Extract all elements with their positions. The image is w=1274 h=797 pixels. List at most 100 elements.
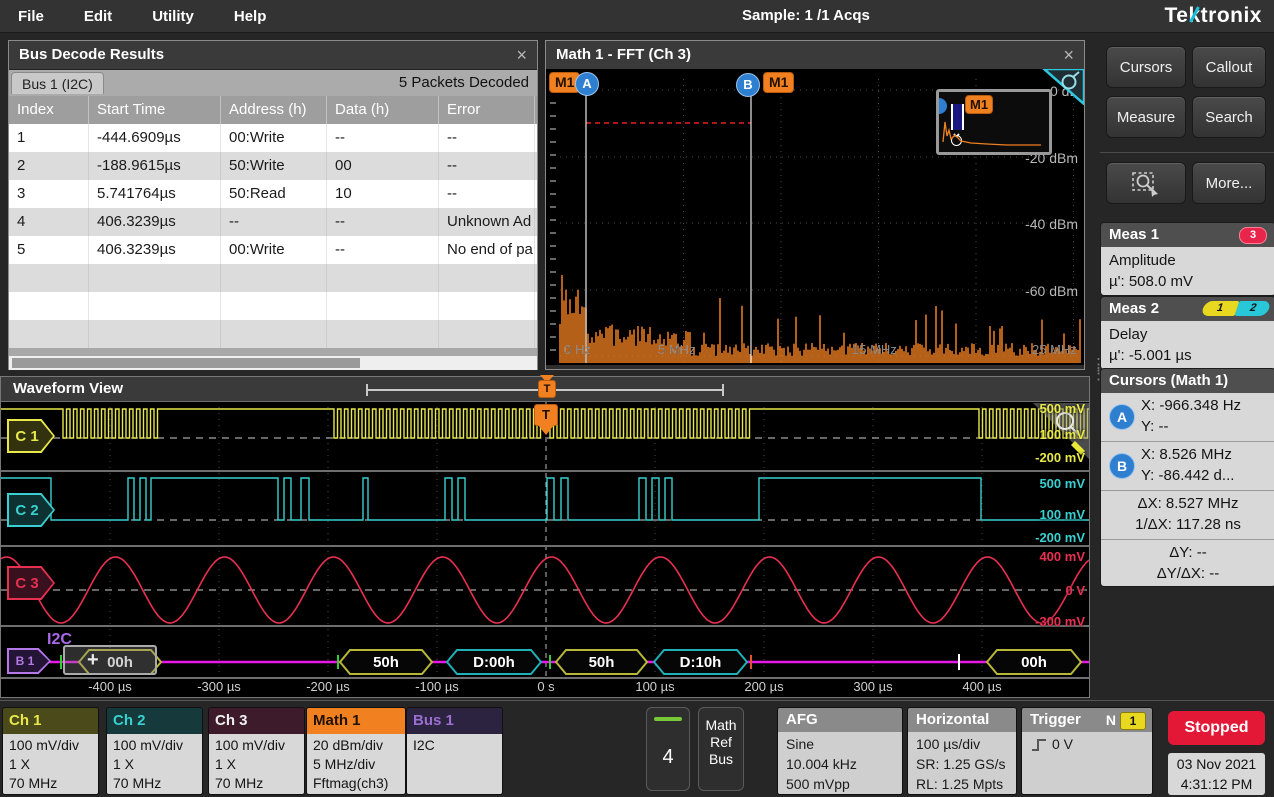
table-cell xyxy=(9,264,89,292)
cursor-b-badge[interactable]: B xyxy=(1109,453,1135,479)
zoom-select-button[interactable] xyxy=(1106,162,1186,204)
menu-edit[interactable]: Edit xyxy=(84,8,112,25)
menu-items: File Edit Utility Help xyxy=(18,0,266,32)
channel-setting-line: 20 dBm/div xyxy=(313,736,399,755)
cursor-a-readout: A X: -966.348 Hz Y: -- xyxy=(1101,393,1274,442)
waveform-graticule[interactable]: 00h50hD:00h50hD:10h00h T C 1C 2C 3B 1 50… xyxy=(1,401,1089,697)
cursors-panel-header[interactable]: Cursors (Math 1) xyxy=(1101,369,1274,393)
channel-settings-ch2[interactable]: Ch 2100 mV/div1 X70 MHz xyxy=(106,707,203,795)
channel-settings-math1[interactable]: Math 120 dBm/div5 MHz/divFftmag(ch3) xyxy=(306,707,406,795)
trigger-level: 0 V xyxy=(1052,736,1073,752)
bus-packet: D:00h xyxy=(447,650,541,674)
channel-badge-c1[interactable]: C 1 xyxy=(7,419,55,453)
cursor-a-badge[interactable]: A xyxy=(575,72,599,96)
close-icon[interactable]: × xyxy=(1063,41,1074,69)
scale-label-c3: 0 V xyxy=(1065,583,1085,598)
afg-body: Sine10.004 kHz500 mVpp xyxy=(778,732,902,795)
bus-decode-titlebar[interactable]: Bus Decode Results × xyxy=(9,41,537,70)
fft-titlebar[interactable]: Math 1 - FFT (Ch 3) × xyxy=(546,41,1084,70)
measure-button[interactable]: Measure xyxy=(1106,96,1186,138)
trigger-source-badge: 1 xyxy=(1120,712,1146,730)
meas1-value: µ': 508.0 mV xyxy=(1109,271,1267,292)
table-row[interactable]: 4406.3239µs----Unknown Ad xyxy=(9,208,537,236)
delta-y: ΔY: -- xyxy=(1107,542,1269,563)
more-button[interactable]: More... xyxy=(1192,162,1266,204)
meas1-source-badge: 3 xyxy=(1239,227,1267,244)
channel-settings-ch1[interactable]: Ch 1100 mV/div1 X70 MHz xyxy=(2,707,99,795)
panel-drag-handle[interactable]: ⋮⋮ xyxy=(1090,360,1107,378)
channel-settings-ch3[interactable]: Ch 3100 mV/div1 X70 MHz xyxy=(208,707,305,795)
search-button[interactable]: Search xyxy=(1192,96,1266,138)
horizontal-panel[interactable]: Horizontal 100 µs/divSR: 1.25 GS/sRL: 1.… xyxy=(907,707,1017,795)
math-ref-bus-button[interactable]: MathRefBus xyxy=(698,707,744,791)
table-cell: -- xyxy=(327,236,439,264)
add-zoom-overlay[interactable]: + xyxy=(63,645,157,675)
cursors-button[interactable]: Cursors xyxy=(1106,46,1186,88)
fft-plot[interactable]: M1 A B M1 0 dBm-20 dBm-40 dBm-60 dBm 0 H… xyxy=(546,69,1084,365)
channel-badge-title: Bus 1 xyxy=(407,708,502,734)
scale-label-c1: -200 mV xyxy=(1035,450,1085,465)
channel-4-indicator xyxy=(654,717,682,721)
cursor-a-x: X: -966.348 Hz xyxy=(1141,395,1269,416)
channel-badge-title: Math 1 xyxy=(307,708,405,734)
table-cell: No end of pa xyxy=(439,236,535,264)
svg-text:D:00h: D:00h xyxy=(473,654,515,671)
scale-label-c2: -200 mV xyxy=(1035,530,1085,545)
scrollbar-thumb[interactable] xyxy=(12,358,360,368)
channel-badge-title: Ch 2 xyxy=(107,708,202,734)
menu-help[interactable]: Help xyxy=(234,8,267,25)
horizontal-scrollbar[interactable] xyxy=(9,356,537,370)
trigger-slider-marker[interactable]: T xyxy=(538,380,556,398)
table-row[interactable]: 2-188.9615µs50:Write00-- xyxy=(9,152,537,180)
cursor-b-badge[interactable]: B xyxy=(736,73,760,97)
table-row[interactable]: 1-444.6909µs00:Write---- xyxy=(9,124,537,152)
callout-button[interactable]: Callout xyxy=(1192,46,1266,88)
meas2-header[interactable]: Meas 2 1 2 xyxy=(1101,297,1274,321)
waveform-titlebar[interactable]: Waveform View T xyxy=(1,377,1089,402)
table-row[interactable]: 5406.3239µs00:Write--No end of pa xyxy=(9,236,537,264)
add-channel-4-button[interactable]: 4 xyxy=(646,707,690,791)
afg-header: AFG xyxy=(778,708,902,732)
channel-setting-line: 100 mV/div xyxy=(113,736,196,755)
scale-label-c3: 400 mV xyxy=(1039,549,1085,564)
channel-badge-c2[interactable]: C 2 xyxy=(7,493,55,527)
tab-bus1-i2c[interactable]: Bus 1 (I2C) xyxy=(11,72,104,94)
table-row[interactable]: 35.741764µs50:Read10-- xyxy=(9,180,537,208)
trigger-panel[interactable]: Trigger N 1 0 V xyxy=(1021,707,1153,795)
meas2-title: Meas 2 xyxy=(1109,300,1159,317)
meas1-panel[interactable]: Meas 1 3 Amplitude µ': 508.0 mV xyxy=(1100,222,1274,296)
channel-badge-body: 20 dBm/div5 MHz/divFftmag(ch3) xyxy=(307,734,405,795)
fft-overview-thumbnail[interactable]: M1 ⌄ xyxy=(936,89,1052,155)
table-cell xyxy=(221,264,327,292)
tektronix-logo: Tektronix xyxy=(1165,4,1262,28)
cursor-a-badge[interactable]: A xyxy=(1109,404,1135,430)
scale-label-c2: 500 mV xyxy=(1039,476,1085,491)
svg-text:D:10h: D:10h xyxy=(680,654,722,671)
afg-panel[interactable]: AFG Sine10.004 kHz500 mVpp xyxy=(777,707,903,795)
bus-decode-tabbar: Bus 1 (I2C) 5 Packets Decoded xyxy=(9,70,537,96)
channel-badge-b1[interactable]: B 1 xyxy=(7,648,51,674)
math1-badge[interactable]: M1 xyxy=(763,72,794,93)
meas1-header[interactable]: Meas 1 3 xyxy=(1101,223,1274,247)
table-cell: 3 xyxy=(9,180,89,208)
menu-file[interactable]: File xyxy=(18,8,44,25)
close-icon[interactable]: × xyxy=(516,41,527,69)
channel-badge-c3[interactable]: C 3 xyxy=(7,566,55,600)
cursors-panel[interactable]: Cursors (Math 1) A X: -966.348 Hz Y: -- … xyxy=(1100,368,1274,587)
channel-settings-bus1[interactable]: Bus 1I2C xyxy=(406,707,503,795)
channel-setting-line: 70 MHz xyxy=(215,774,298,793)
waveform-window: Waveform View T 00h50hD:00h50hD:10h00h T… xyxy=(0,376,1090,698)
menu-utility[interactable]: Utility xyxy=(152,8,194,25)
slider-left-cap[interactable] xyxy=(366,384,368,396)
time-axis-label: -200 µs xyxy=(306,679,350,694)
table-body: 1-444.6909µs00:Write----2-188.9615µs50:W… xyxy=(9,124,537,348)
zoom-corner-icon[interactable] xyxy=(1042,69,1084,105)
meas2-panel[interactable]: Meas 2 1 2 Delay µ': -5.001 µs xyxy=(1100,296,1274,370)
sidebar-divider xyxy=(1100,152,1274,153)
trigger-position-marker[interactable]: T xyxy=(534,404,558,426)
meas2-value: µ': -5.001 µs xyxy=(1109,345,1267,366)
run-stop-status[interactable]: Stopped xyxy=(1168,711,1265,745)
channel-setting-line: 1 X xyxy=(113,755,196,774)
trigger-body: 0 V xyxy=(1022,732,1152,795)
slider-right-cap[interactable] xyxy=(722,384,724,396)
